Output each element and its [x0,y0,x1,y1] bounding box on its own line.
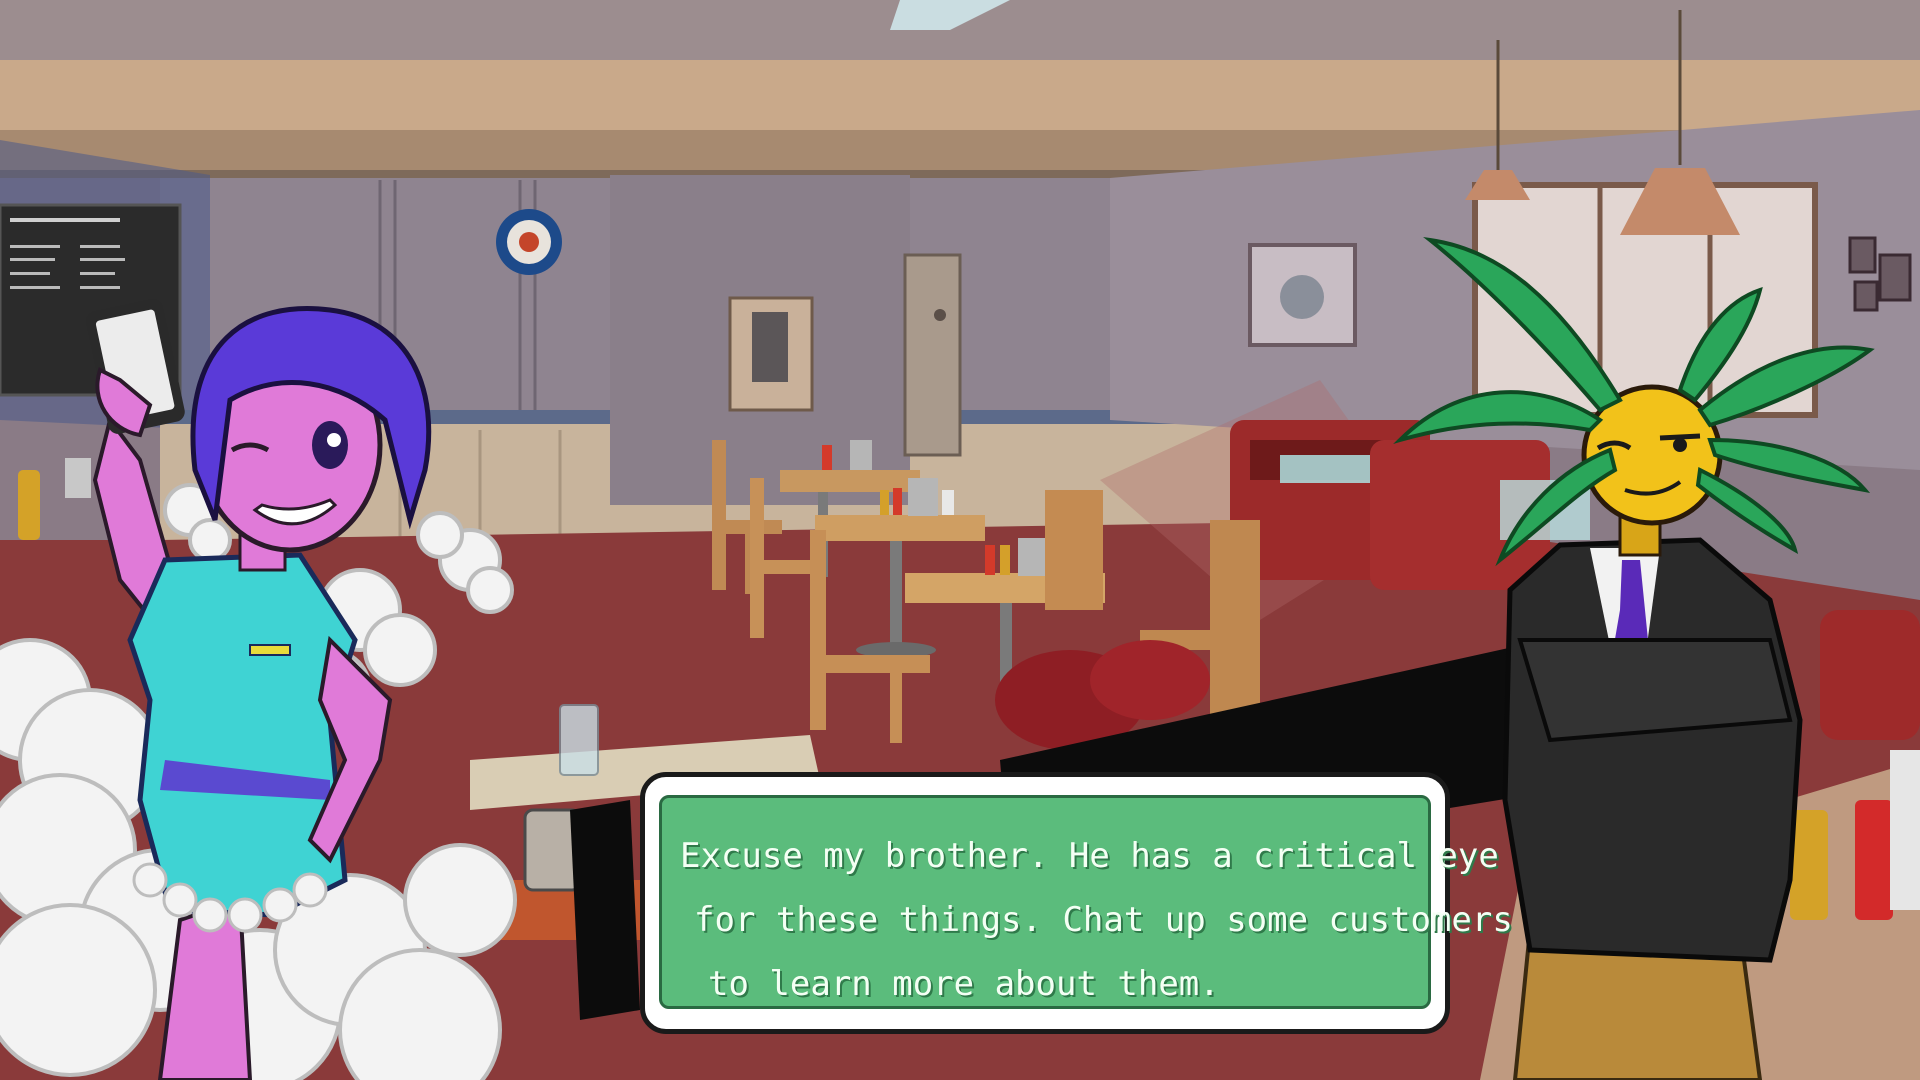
stool [1090,640,1210,720]
dialog-line-3: to learn more about them. [708,964,1220,1004]
dialog-box[interactable]: Excuse my brother. He has a critical eye… [640,772,1513,1034]
soffit [0,60,1920,140]
booth [1820,610,1920,740]
ketchup-bottle [1855,800,1893,920]
dialog-tail [570,800,640,1020]
mustard-bottle [18,470,40,540]
dialog-line-2: for these things. Chat up some customers [694,900,1513,940]
water-glass [559,704,599,776]
back-door [903,253,962,457]
phone-icon [752,312,788,382]
dialog-line-1: Excuse my brother. He has a critical eye [680,836,1499,876]
dialog-text-panel: Excuse my brother. He has a critical eye… [659,795,1513,1009]
